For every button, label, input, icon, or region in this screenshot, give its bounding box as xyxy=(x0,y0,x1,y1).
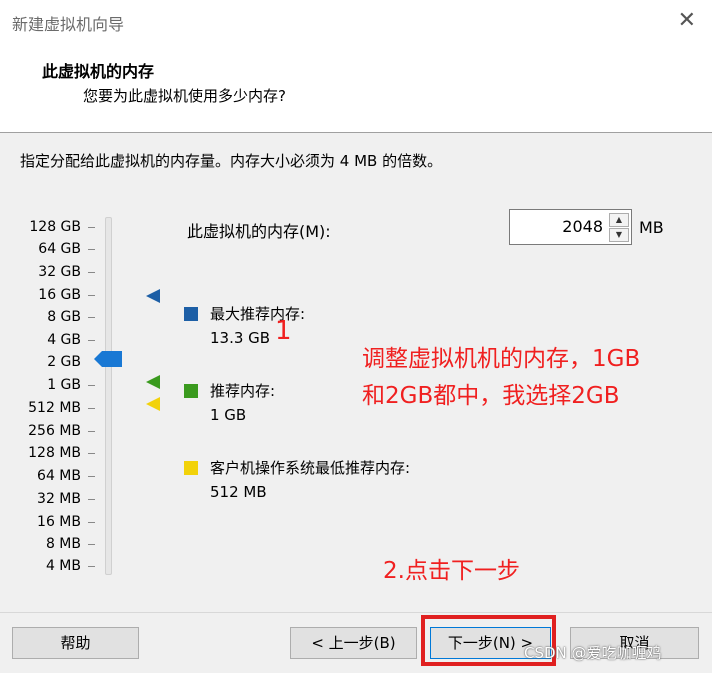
scale-label-64gb: 64 GB xyxy=(38,241,81,257)
close-icon[interactable]: ✕ xyxy=(678,8,696,34)
max-recommended-swatch xyxy=(184,307,198,321)
scale-label-4gb: 4 GB xyxy=(47,332,81,348)
guest-min-marker-icon xyxy=(146,397,160,411)
scale-tick xyxy=(88,522,95,523)
annotation-note-line1: 调整虚拟机机的内存，1GB xyxy=(362,346,641,372)
recommended-swatch xyxy=(184,384,198,398)
memory-slider-track[interactable] xyxy=(105,217,112,575)
annotation-step-2: 2.点击下一步 xyxy=(383,558,520,584)
scale-label-2gb: 2 GB xyxy=(47,354,81,370)
spin-up-icon[interactable]: ▲ xyxy=(609,213,629,227)
scale-label-8mb: 8 MB xyxy=(45,536,81,552)
scale-label-4mb: 4 MB xyxy=(45,558,81,574)
instruction-text: 指定分配给此虚拟机的内存量。内存大小必须为 4 MB 的倍数。 xyxy=(20,152,443,170)
scale-label-32mb: 32 MB xyxy=(37,491,81,507)
scale-tick xyxy=(88,544,95,545)
footer-separator xyxy=(0,612,712,613)
memory-spinbox[interactable]: 2048 ▲ ▼ xyxy=(509,209,632,245)
recommended-marker-icon xyxy=(146,375,160,389)
guest-min-title: 客户机操作系统最低推荐内存: xyxy=(210,459,411,477)
scale-label-128mb: 128 MB xyxy=(28,445,81,461)
guest-min-swatch xyxy=(184,461,198,475)
memory-unit: MB xyxy=(639,218,664,237)
title-bar: 新建虚拟机向导 ✕ xyxy=(0,0,712,45)
memory-value[interactable]: 2048 xyxy=(562,217,603,236)
scale-tick xyxy=(88,566,95,567)
page-subtitle: 您要为此虚拟机使用多少内存? xyxy=(83,87,286,105)
scale-label-128gb: 128 GB xyxy=(29,219,81,235)
scale-label-16mb: 16 MB xyxy=(37,514,81,530)
window-title: 新建虚拟机向导 xyxy=(12,15,125,34)
help-button[interactable]: 帮助 xyxy=(12,627,139,659)
annotation-marker-1: 1 xyxy=(275,316,292,346)
scale-tick xyxy=(88,249,95,250)
scale-tick xyxy=(88,272,95,273)
scale-tick xyxy=(88,340,95,341)
scale-label-512mb: 512 MB xyxy=(28,400,81,416)
scale-tick xyxy=(88,317,95,318)
scale-tick xyxy=(88,431,95,432)
page-title: 此虚拟机的内存 xyxy=(42,62,155,81)
memory-field-label: 此虚拟机的内存(M): xyxy=(187,222,331,241)
guest-min-value: 512 MB xyxy=(210,483,267,501)
scale-label-64mb: 64 MB xyxy=(37,468,81,484)
scale-tick xyxy=(88,499,95,500)
spin-down-icon[interactable]: ▼ xyxy=(609,228,629,242)
recommended-value: 1 GB xyxy=(210,406,247,424)
scale-tick xyxy=(88,227,95,228)
scale-label-16gb: 16 GB xyxy=(38,287,81,303)
recommended-title: 推荐内存: xyxy=(210,382,276,400)
scale-label-1gb: 1 GB xyxy=(47,377,81,393)
scale-tick xyxy=(88,295,95,296)
scale-tick xyxy=(88,385,95,386)
scale-tick xyxy=(88,408,95,409)
scale-tick xyxy=(88,476,95,477)
scale-tick xyxy=(88,453,95,454)
scale-label-32gb: 32 GB xyxy=(38,264,81,280)
slider-thumb-icon xyxy=(94,351,122,367)
memory-slider-thumb[interactable] xyxy=(94,351,122,367)
back-button[interactable]: < 上一步(B) xyxy=(290,627,417,659)
scale-label-8gb: 8 GB xyxy=(47,309,81,325)
scale-label-256mb: 256 MB xyxy=(28,423,81,439)
annotation-note-line2: 和2GB都中，我选择2GB xyxy=(362,383,620,409)
max-recommended-value: 13.3 GB xyxy=(210,329,271,347)
watermark: CSDN @爱吃咖喱鸡 xyxy=(524,644,662,662)
wizard-header: 此虚拟机的内存 您要为此虚拟机使用多少内存? xyxy=(0,45,712,133)
max-recommended-marker-icon xyxy=(146,289,160,303)
